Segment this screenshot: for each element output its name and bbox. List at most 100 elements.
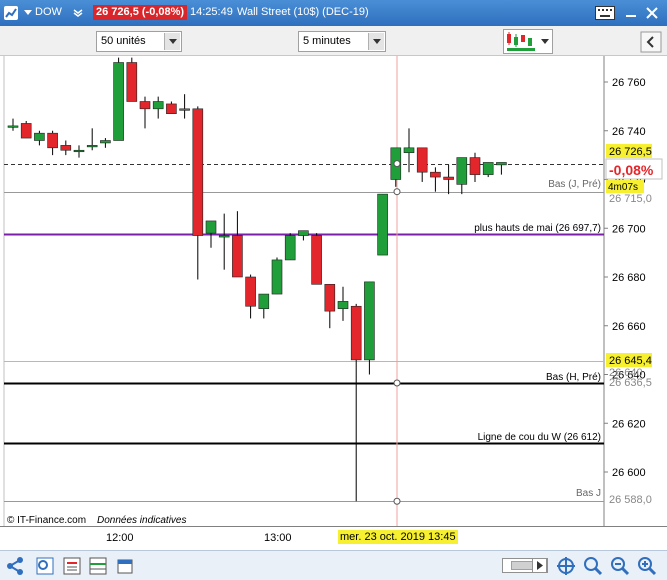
- indicators-button[interactable]: [503, 29, 553, 54]
- y-tick-label: 26 700: [612, 223, 646, 235]
- layout-settings-icon[interactable]: [35, 556, 55, 576]
- candle[interactable]: [205, 220, 217, 234]
- y-tick-label: 26 660: [612, 321, 646, 333]
- candle[interactable]: [377, 193, 388, 256]
- level-645-label: 26 645,4: [609, 355, 652, 367]
- zoom-out-icon[interactable]: [610, 556, 630, 576]
- price-chart[interactable]: 26 76026 74026 72026 70026 68026 66026 6…: [0, 56, 667, 526]
- y-tick-label: 26 740: [612, 126, 646, 138]
- candle[interactable]: [232, 235, 243, 278]
- y-tick-label: 26 680: [612, 272, 646, 284]
- share-icon[interactable]: [5, 556, 25, 576]
- candle[interactable]: [113, 62, 124, 141]
- candle[interactable]: [430, 171, 441, 178]
- candle[interactable]: [311, 235, 322, 285]
- candlestick-tools-icon: [507, 32, 535, 51]
- change-label: -0,08%: [609, 162, 654, 178]
- calendar-icon[interactable]: [115, 556, 135, 576]
- cursor-time-label: mer. 23 oct. 2019 13:45: [338, 530, 458, 544]
- keyboard-icon[interactable]: [595, 6, 615, 20]
- interval-select[interactable]: 5 minutes: [298, 31, 386, 52]
- candle[interactable]: [100, 140, 111, 144]
- zoom-in-icon[interactable]: [637, 556, 657, 576]
- candle[interactable]: [166, 103, 177, 114]
- table-view-icon[interactable]: [88, 556, 108, 576]
- candle[interactable]: [337, 301, 349, 309]
- units-select[interactable]: 50 unités: [96, 31, 182, 52]
- candle[interactable]: [258, 293, 270, 309]
- zoom-fit-icon[interactable]: [583, 556, 603, 576]
- line-label-bas-j: Bas J: [576, 488, 601, 499]
- scroll-right-icon[interactable]: [532, 558, 547, 573]
- time-tick-1300: 13:00: [264, 532, 292, 544]
- crosshair-icon[interactable]: [556, 556, 576, 576]
- y-tick-label: 26 760: [612, 77, 646, 89]
- chevron-down-icon: [368, 33, 384, 50]
- time-tick-1200: 12:00: [106, 532, 134, 544]
- candle[interactable]: [86, 145, 98, 148]
- chevron-down-icon: [541, 39, 549, 44]
- current-price-label: 26 726,5: [609, 146, 652, 158]
- candle[interactable]: [324, 284, 336, 312]
- timer-label: 4m07s: [608, 182, 638, 193]
- candle[interactable]: [192, 108, 204, 236]
- close-icon[interactable]: [645, 6, 659, 20]
- candle[interactable]: [139, 101, 151, 110]
- level-588-label: 26 588,0: [609, 494, 652, 506]
- candle[interactable]: [496, 162, 507, 166]
- level-715-label: 26 715,0: [609, 193, 652, 205]
- list-view-icon[interactable]: [62, 556, 82, 576]
- app-menu-icon[interactable]: [3, 5, 19, 21]
- candle[interactable]: [60, 145, 72, 151]
- cursor-marker: [393, 379, 401, 387]
- bottom-toolbar: [0, 550, 667, 580]
- level-636-label: 26 636,5: [609, 377, 652, 389]
- panel-toggle-icon[interactable]: [640, 31, 662, 53]
- y-tick-label: 26 620: [612, 418, 646, 430]
- candle[interactable]: [73, 149, 85, 153]
- candle[interactable]: [482, 162, 494, 175]
- candle[interactable]: [364, 281, 375, 361]
- symbol-label: DOW: [35, 6, 62, 18]
- candle[interactable]: [152, 101, 164, 110]
- cursor-marker: [393, 188, 401, 196]
- candle[interactable]: [34, 132, 45, 141]
- candle[interactable]: [218, 235, 230, 238]
- data-note-label: Données indicatives: [97, 515, 187, 526]
- candle[interactable]: [20, 123, 32, 139]
- candle[interactable]: [456, 157, 468, 185]
- minimize-icon[interactable]: [624, 6, 638, 20]
- candle[interactable]: [126, 62, 138, 102]
- toolbar: 50 unités 5 minutes: [0, 26, 667, 56]
- candle[interactable]: [245, 276, 256, 307]
- units-select-value: 50 unités: [101, 35, 146, 47]
- y-tick-label: 26 600: [612, 467, 646, 479]
- line-label-bas-h-pre: Bas (H, Pré): [546, 372, 601, 383]
- interval-select-value: 5 minutes: [303, 35, 351, 47]
- time-axis: 12:00 13:00 mer. 23 oct. 2019 13:45: [0, 526, 667, 550]
- clock-label: 14:25:49: [190, 6, 233, 18]
- price-badge: 26 726,5 (-0,08%): [93, 5, 188, 20]
- cursor-marker: [393, 497, 401, 505]
- dropdown-arrow-icon[interactable]: [24, 10, 32, 16]
- candle[interactable]: [7, 125, 19, 128]
- cursor-marker: [393, 160, 401, 168]
- line-label-hauts-mai: plus hauts de mai (26 697,7): [474, 223, 601, 234]
- candle[interactable]: [47, 132, 58, 149]
- instrument-label: Wall Street (10$) (DEC-19): [237, 6, 369, 18]
- line-label-ligne-cou: Ligne de cou du W (26 612): [478, 432, 601, 443]
- title-bar: DOW 26 726,5 (-0,08%) 14:25:49 Wall Stre…: [0, 0, 667, 26]
- copyright-label: © IT-Finance.com: [7, 515, 86, 526]
- candle[interactable]: [179, 108, 190, 111]
- candle[interactable]: [443, 176, 454, 180]
- candle[interactable]: [403, 147, 415, 153]
- chevron-down-icon: [164, 33, 180, 50]
- candle[interactable]: [298, 230, 309, 236]
- line-label-bas-j-pre: Bas (J, Pré): [548, 179, 601, 190]
- chevron-down-icon[interactable]: [73, 8, 83, 18]
- candle[interactable]: [469, 157, 481, 175]
- candle[interactable]: [350, 305, 362, 361]
- candle[interactable]: [284, 235, 296, 261]
- candle[interactable]: [416, 147, 428, 173]
- candle[interactable]: [271, 259, 283, 295]
